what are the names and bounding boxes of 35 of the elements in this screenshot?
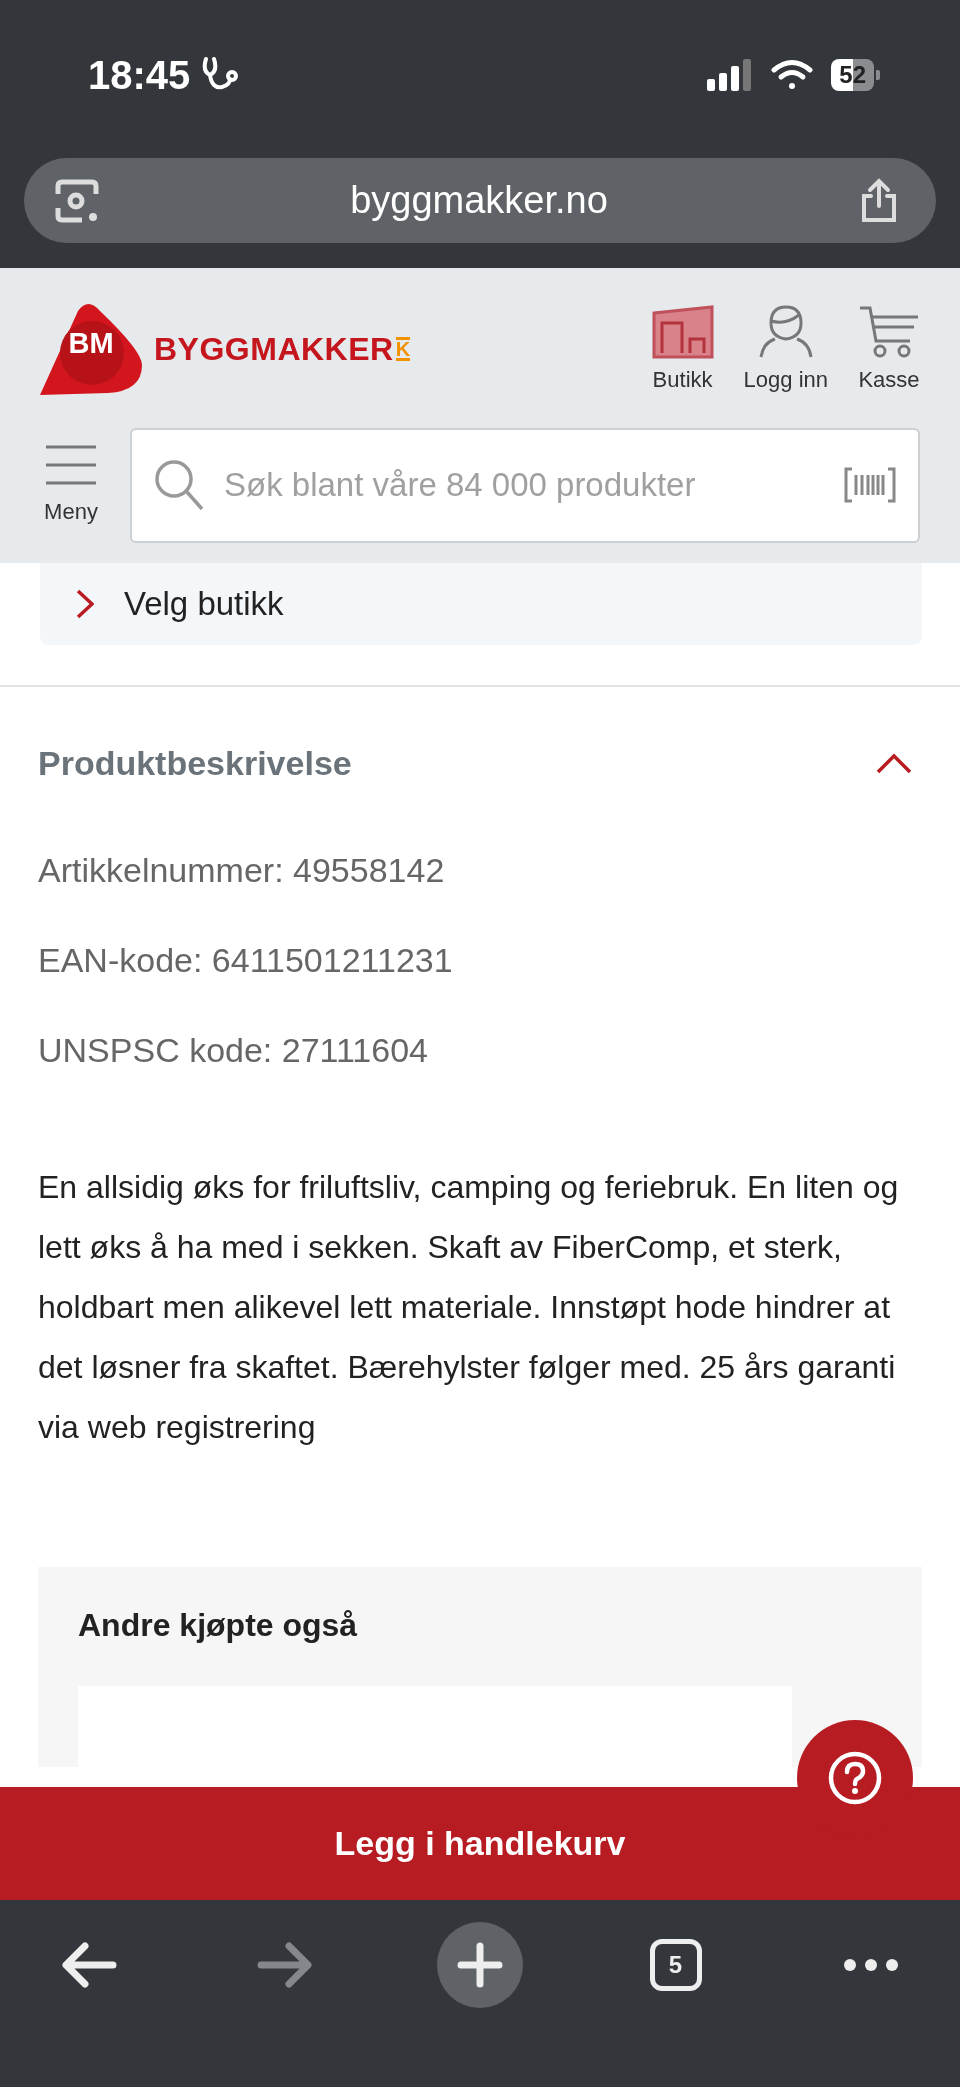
store-select-link[interactable]: Velg butikk: [40, 563, 922, 645]
tab-count-button[interactable]: 5: [632, 1922, 719, 2008]
section-heading: Andre kjøpte også: [78, 1607, 359, 1644]
header-nav-button[interactable]: Logg inn: [743, 305, 828, 393]
cart-icon: [858, 305, 920, 359]
description-text: En allsidig øks for friluftsliv, camping og feriebruk. En liten og lett øks å ha med i sekken. Skaft av FiberComp, et sterk, holdbart men alikevel lett materiale. Innstøpt hode hindrer at det løsner fra skaftet. Bærehylster følger med. 25 års garanti via web registrering: [38, 1168, 900, 1447]
logo-text: BYGGMAKKER: [154, 330, 394, 368]
spec-text: UNSPSC kode: 27111604: [38, 1030, 429, 1071]
plus-icon: [457, 1942, 503, 1988]
signal-icon: [707, 59, 754, 91]
forward-arrow-icon: [256, 1942, 313, 1988]
chevron-icon[interactable]: [876, 752, 912, 774]
more-icon: [843, 1958, 899, 1972]
search-icon: [154, 459, 204, 511]
barcode-icon[interactable]: [844, 467, 896, 503]
clock-time: 18:45: [88, 52, 191, 98]
logo-mark: K: [395, 337, 411, 361]
back-arrow-icon: [61, 1942, 117, 1988]
address-bar[interactable]: byggmakker.no: [24, 158, 936, 243]
menu-icon: [44, 445, 98, 485]
search-field[interactable]: Søk blant våre 84 000 produkter: [130, 427, 920, 543]
store-icon: [651, 305, 714, 359]
wifi-icon: [771, 59, 814, 91]
section-title[interactable]: Produktbeskrivelse: [38, 743, 352, 783]
menu-button[interactable]: Meny: [38, 445, 104, 525]
logo-badge[interactable]: BM: [38, 301, 142, 397]
chevron-right-icon: [76, 589, 94, 619]
spec-text: Artikkelnummer: 49558142: [38, 850, 446, 891]
spec-text: EAN-kode: 6411501211231: [38, 940, 454, 981]
url-text: byggmakker.no: [349, 179, 609, 222]
add-to-cart-button[interactable]: Legg i handlekurv: [0, 1787, 960, 1900]
search-input[interactable]: Søk blant våre 84 000 produkter: [222, 465, 826, 505]
header-nav-button[interactable]: Kasse: [858, 305, 920, 393]
camera-icon[interactable]: [54, 177, 100, 224]
header-nav-button[interactable]: Butikk: [651, 305, 714, 393]
